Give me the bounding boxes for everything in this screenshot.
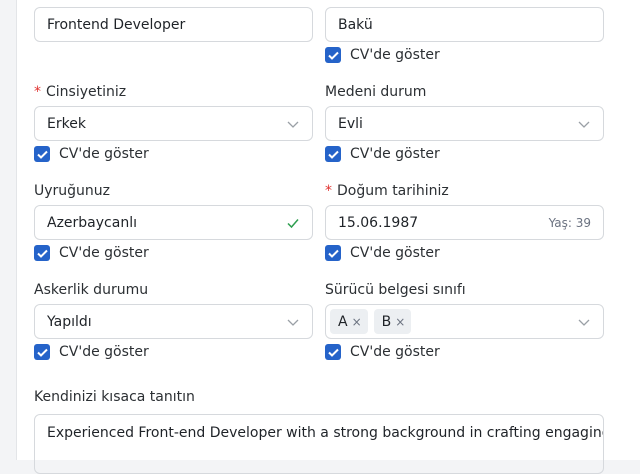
remove-tag-icon[interactable]: ×	[352, 315, 362, 329]
checkbox-checked-icon[interactable]	[34, 344, 50, 360]
city-value: Bakü	[338, 16, 373, 33]
nationality-value: Azerbaycanlı	[47, 214, 137, 231]
checkbox-checked-icon[interactable]	[34, 245, 50, 261]
military-show-cv[interactable]: CV'de göster	[34, 342, 149, 362]
license-show-cv[interactable]: CV'de göster	[325, 342, 440, 362]
chevron-down-icon	[577, 315, 591, 329]
checkbox-checked-icon[interactable]	[325, 245, 341, 261]
marital-select[interactable]: Evli	[325, 106, 604, 141]
checkbox-checked-icon[interactable]	[325, 344, 341, 360]
show-cv-label: CV'de göster	[59, 146, 149, 162]
chevron-down-icon	[286, 315, 300, 329]
required-mark: *	[325, 183, 332, 199]
marital-value: Evli	[338, 115, 363, 132]
nationality-input[interactable]: Azerbaycanlı	[34, 205, 313, 240]
license-tag-label: B	[381, 313, 392, 330]
nationality-label: Uyruğunuz	[34, 183, 111, 199]
show-cv-label: CV'de göster	[350, 344, 440, 360]
gender-show-cv[interactable]: CV'de göster	[34, 144, 149, 164]
marital-show-cv[interactable]: CV'de göster	[325, 144, 440, 164]
birthdate-input[interactable]: 15.06.1987 Yaş: 39	[325, 205, 604, 240]
show-cv-label: CV'de göster	[59, 245, 149, 261]
gender-label: * Cinsiyetiniz	[34, 82, 126, 102]
chevron-down-icon	[577, 117, 591, 131]
gender-select[interactable]: Erkek	[34, 106, 313, 141]
show-cv-label: CV'de göster	[350, 245, 440, 261]
position-input[interactable]: Frontend Developer	[34, 7, 313, 42]
marital-label: Medeni durum	[325, 84, 427, 100]
checkbox-checked-icon[interactable]	[325, 146, 341, 162]
checkmark-icon	[286, 216, 300, 230]
birthdate-show-cv[interactable]: CV'de göster	[325, 243, 440, 263]
license-tag-label: A	[338, 313, 348, 330]
military-value: Yapıldı	[47, 313, 92, 330]
nationality-show-cv[interactable]: CV'de göster	[34, 243, 149, 263]
birthdate-value: 15.06.1987	[338, 214, 419, 231]
checkbox-checked-icon[interactable]	[34, 146, 50, 162]
gender-label-text: Cinsiyetiniz	[46, 84, 127, 100]
military-select[interactable]: Yapıldı	[34, 304, 313, 339]
chevron-down-icon	[286, 117, 300, 131]
license-tag: A ×	[330, 309, 368, 334]
gender-value: Erkek	[47, 115, 86, 132]
position-value: Frontend Developer	[47, 16, 186, 33]
remove-tag-icon[interactable]: ×	[395, 315, 405, 329]
license-multiselect[interactable]: A × B ×	[325, 304, 604, 339]
about-label: Kendinizi kısaca tanıtın	[34, 389, 195, 405]
show-cv-label: CV'de göster	[350, 146, 440, 162]
city-show-cv[interactable]: CV'de göster	[325, 45, 440, 65]
required-mark: *	[34, 84, 41, 100]
profile-form-card: Frontend Developer Bakü CV'de göster * Ci…	[16, 0, 640, 474]
license-label: Sürücü belgesi sınıfı	[325, 282, 466, 298]
birthdate-label: * Doğum tarihiniz	[325, 181, 449, 201]
city-input[interactable]: Bakü	[325, 7, 604, 42]
checkbox-checked-icon[interactable]	[325, 47, 341, 63]
about-textarea[interactable]: Experienced Front-end Developer with a s…	[34, 414, 604, 474]
age-readout: Yaş: 39	[548, 215, 591, 230]
military-label: Askerlik durumu	[34, 282, 149, 298]
license-tag: B ×	[373, 309, 412, 334]
license-tags: A × B ×	[330, 309, 577, 334]
birthdate-label-text: Doğum tarihiniz	[337, 183, 449, 199]
show-cv-label: CV'de göster	[59, 344, 149, 360]
show-cv-label: CV'de göster	[350, 47, 440, 63]
about-field: Kendinizi kısaca tanıtın Experienced Fro…	[34, 387, 604, 474]
